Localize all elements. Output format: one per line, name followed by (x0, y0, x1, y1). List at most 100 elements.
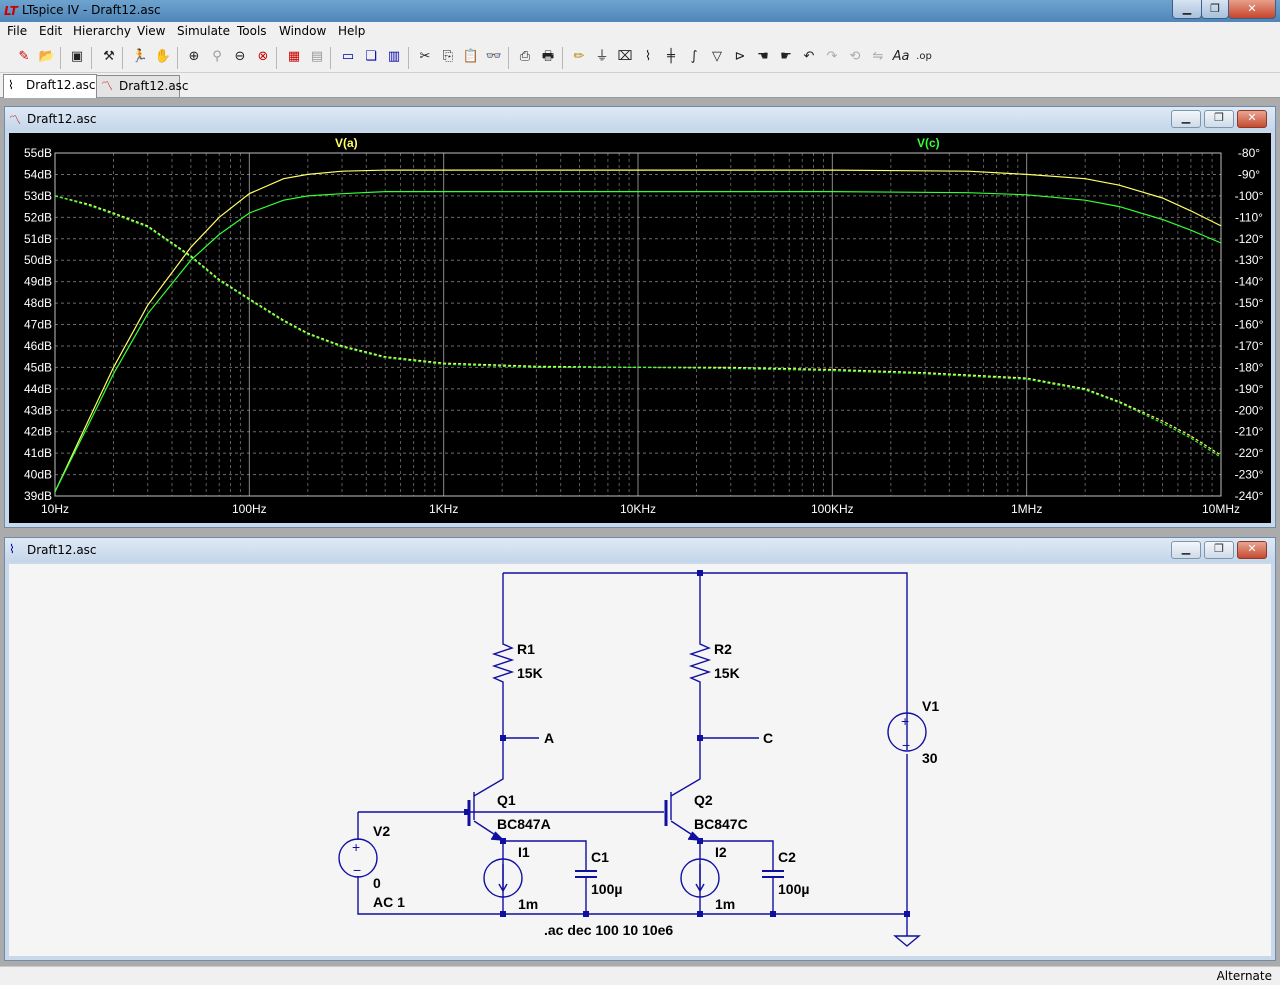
label-net-icon[interactable]: ⌧ (615, 47, 635, 67)
menu-edit[interactable]: Edit (39, 24, 62, 38)
pan-icon[interactable]: ⚲ (207, 47, 227, 67)
svg-text:+: + (901, 713, 909, 729)
v2-value[interactable]: 0 (373, 875, 381, 891)
y-tick-label-left: 50dB (24, 253, 52, 267)
tab-waveform[interactable]: 〽 Draft12.asc (96, 75, 189, 97)
c1-value[interactable]: 100µ (591, 881, 622, 897)
rotate-icon[interactable]: ⟲ (845, 47, 865, 67)
tab-schematic[interactable]: ⌇ Draft12.asc (3, 74, 97, 98)
v2-label[interactable]: V2 (373, 823, 390, 839)
r1-value[interactable]: 15K (517, 665, 543, 681)
i1-value[interactable]: 1m (518, 896, 538, 912)
capacitor-icon[interactable]: ╪ (661, 47, 681, 67)
zoom-fit-icon[interactable]: ⊗ (253, 47, 273, 67)
maximize-button[interactable]: ❐ (1201, 0, 1229, 19)
component-icon[interactable]: ⊳ (730, 47, 750, 67)
menu-file[interactable]: File (7, 24, 27, 38)
menu-tools[interactable]: Tools (237, 24, 267, 38)
minimize-button[interactable]: ▁ (1171, 110, 1201, 128)
ground-icon[interactable]: ⏚ (592, 47, 612, 67)
run-icon[interactable]: 🏃 (130, 47, 150, 67)
redo-icon[interactable]: ↷ (822, 47, 842, 67)
wires (357, 572, 921, 947)
schematic-window: ⌇ Draft12.asc ▁ ❐ ✕ + − + − R1 15K R2 15… (4, 537, 1276, 961)
y-tick-label-left: 45dB (24, 360, 52, 374)
waveform-icon: 〽 (9, 113, 22, 127)
diode-icon[interactable]: ▽ (707, 47, 727, 67)
y-tick-label-right: -180° (1235, 360, 1264, 374)
spice-directive[interactable]: .ac dec 100 10 10e6 (544, 922, 673, 938)
i1-label[interactable]: I1 (518, 844, 530, 860)
net-label-a[interactable]: A (544, 730, 554, 746)
print-icon[interactable]: 🖶 (538, 47, 558, 67)
zoom-in-icon[interactable]: ⊕ (184, 47, 204, 67)
q2-model[interactable]: BC847C (694, 816, 748, 832)
q2-label[interactable]: Q2 (694, 792, 713, 808)
cascade-icon[interactable]: ❏ (361, 47, 381, 67)
close-button[interactable]: ✕ (1237, 541, 1267, 559)
close-button[interactable]: ✕ (1228, 0, 1276, 19)
find-icon[interactable]: 👓 (484, 47, 504, 67)
i2-label[interactable]: I2 (715, 844, 727, 860)
trace-label-va[interactable]: V(a) (335, 136, 358, 150)
halt-icon[interactable]: ✋ (153, 47, 173, 67)
grid-icon[interactable]: ▤ (307, 47, 327, 67)
minimize-button[interactable]: ▁ (1172, 0, 1202, 19)
maximize-button[interactable]: ❐ (1204, 110, 1234, 128)
i2-value[interactable]: 1m (715, 896, 735, 912)
x-tick-label: 100KHz (811, 502, 854, 516)
trace-label-vc[interactable]: V(c) (917, 136, 940, 150)
open-icon[interactable]: 📂 (37, 47, 57, 67)
tile-horizontal-icon[interactable]: ▭ (338, 47, 358, 67)
menu-view[interactable]: View (137, 24, 165, 38)
inductor-icon[interactable]: ∫ (684, 47, 704, 67)
undo-icon[interactable]: ↶ (799, 47, 819, 67)
menu-help[interactable]: Help (338, 24, 365, 38)
c2-label[interactable]: C2 (778, 849, 796, 865)
print-preview-icon[interactable]: ⎙ (515, 47, 535, 67)
y-tick-label-left: 39dB (24, 489, 52, 503)
maximize-button[interactable]: ❐ (1204, 541, 1234, 559)
schematic-icon: ⌇ (8, 78, 14, 92)
schematic-canvas[interactable]: + − + − R1 15K R2 15K A C V1 30 V2 0 AC … (9, 564, 1271, 956)
plot-area[interactable]: 55dB 54dB 53dB 52dB 51dB 50dB 49dB 48dB 47dB 46dB… (9, 133, 1271, 523)
autorange-icon[interactable]: ▦ (284, 47, 304, 67)
status-bar: Alternate (0, 966, 1280, 985)
r2-label[interactable]: R2 (714, 641, 732, 657)
drag-icon[interactable]: ☛ (776, 47, 796, 67)
control-panel-icon[interactable]: ⚒ (99, 47, 119, 67)
sources: + − + − (338, 712, 927, 898)
toolbar: ✎ 📂 ▣ ⚒ 🏃 ✋ ⊕ ⚲ ⊖ ⊗ ▦ ▤ ▭ ❏ ▥ ✂ ⎘ 📋 👓 ⎙ … (0, 42, 1280, 73)
menu-hierarchy[interactable]: Hierarchy (73, 24, 131, 38)
r1-label[interactable]: R1 (517, 641, 535, 657)
paste-icon[interactable]: 📋 (461, 47, 481, 67)
cut-icon[interactable]: ✂ (415, 47, 435, 67)
r2-value[interactable]: 15K (714, 665, 740, 681)
c2-value[interactable]: 100µ (778, 881, 809, 897)
y-tick-label-left: 41dB (24, 446, 52, 460)
schematic-icon: ⌇ (9, 542, 15, 556)
menu-window[interactable]: Window (279, 24, 326, 38)
zoom-out-icon[interactable]: ⊖ (230, 47, 250, 67)
q1-label[interactable]: Q1 (497, 792, 516, 808)
tile-vertical-icon[interactable]: ▥ (384, 47, 404, 67)
spice-directive-icon[interactable]: .op (914, 47, 934, 67)
resistor-icon[interactable]: ⌇ (638, 47, 658, 67)
y-tick-label-right: -230° (1235, 468, 1264, 482)
net-label-c[interactable]: C (763, 730, 773, 746)
save-icon[interactable]: ▣ (67, 47, 87, 67)
copy-icon[interactable]: ⎘ (438, 47, 458, 67)
v1-value[interactable]: 30 (922, 750, 938, 766)
v1-label[interactable]: V1 (922, 698, 939, 714)
minimize-button[interactable]: ▁ (1171, 541, 1201, 559)
c1-label[interactable]: C1 (591, 849, 609, 865)
new-schematic-icon[interactable]: ✎ (14, 47, 34, 67)
mirror-icon[interactable]: ⇋ (868, 47, 888, 67)
q1-model[interactable]: BC847A (497, 816, 551, 832)
move-icon[interactable]: ☚ (753, 47, 773, 67)
v2-ac[interactable]: AC 1 (373, 894, 405, 910)
draw-wire-icon[interactable]: ✏ (569, 47, 589, 67)
close-button[interactable]: ✕ (1237, 110, 1267, 128)
menu-simulate[interactable]: Simulate (177, 24, 230, 38)
text-icon[interactable]: Aa (891, 47, 911, 67)
